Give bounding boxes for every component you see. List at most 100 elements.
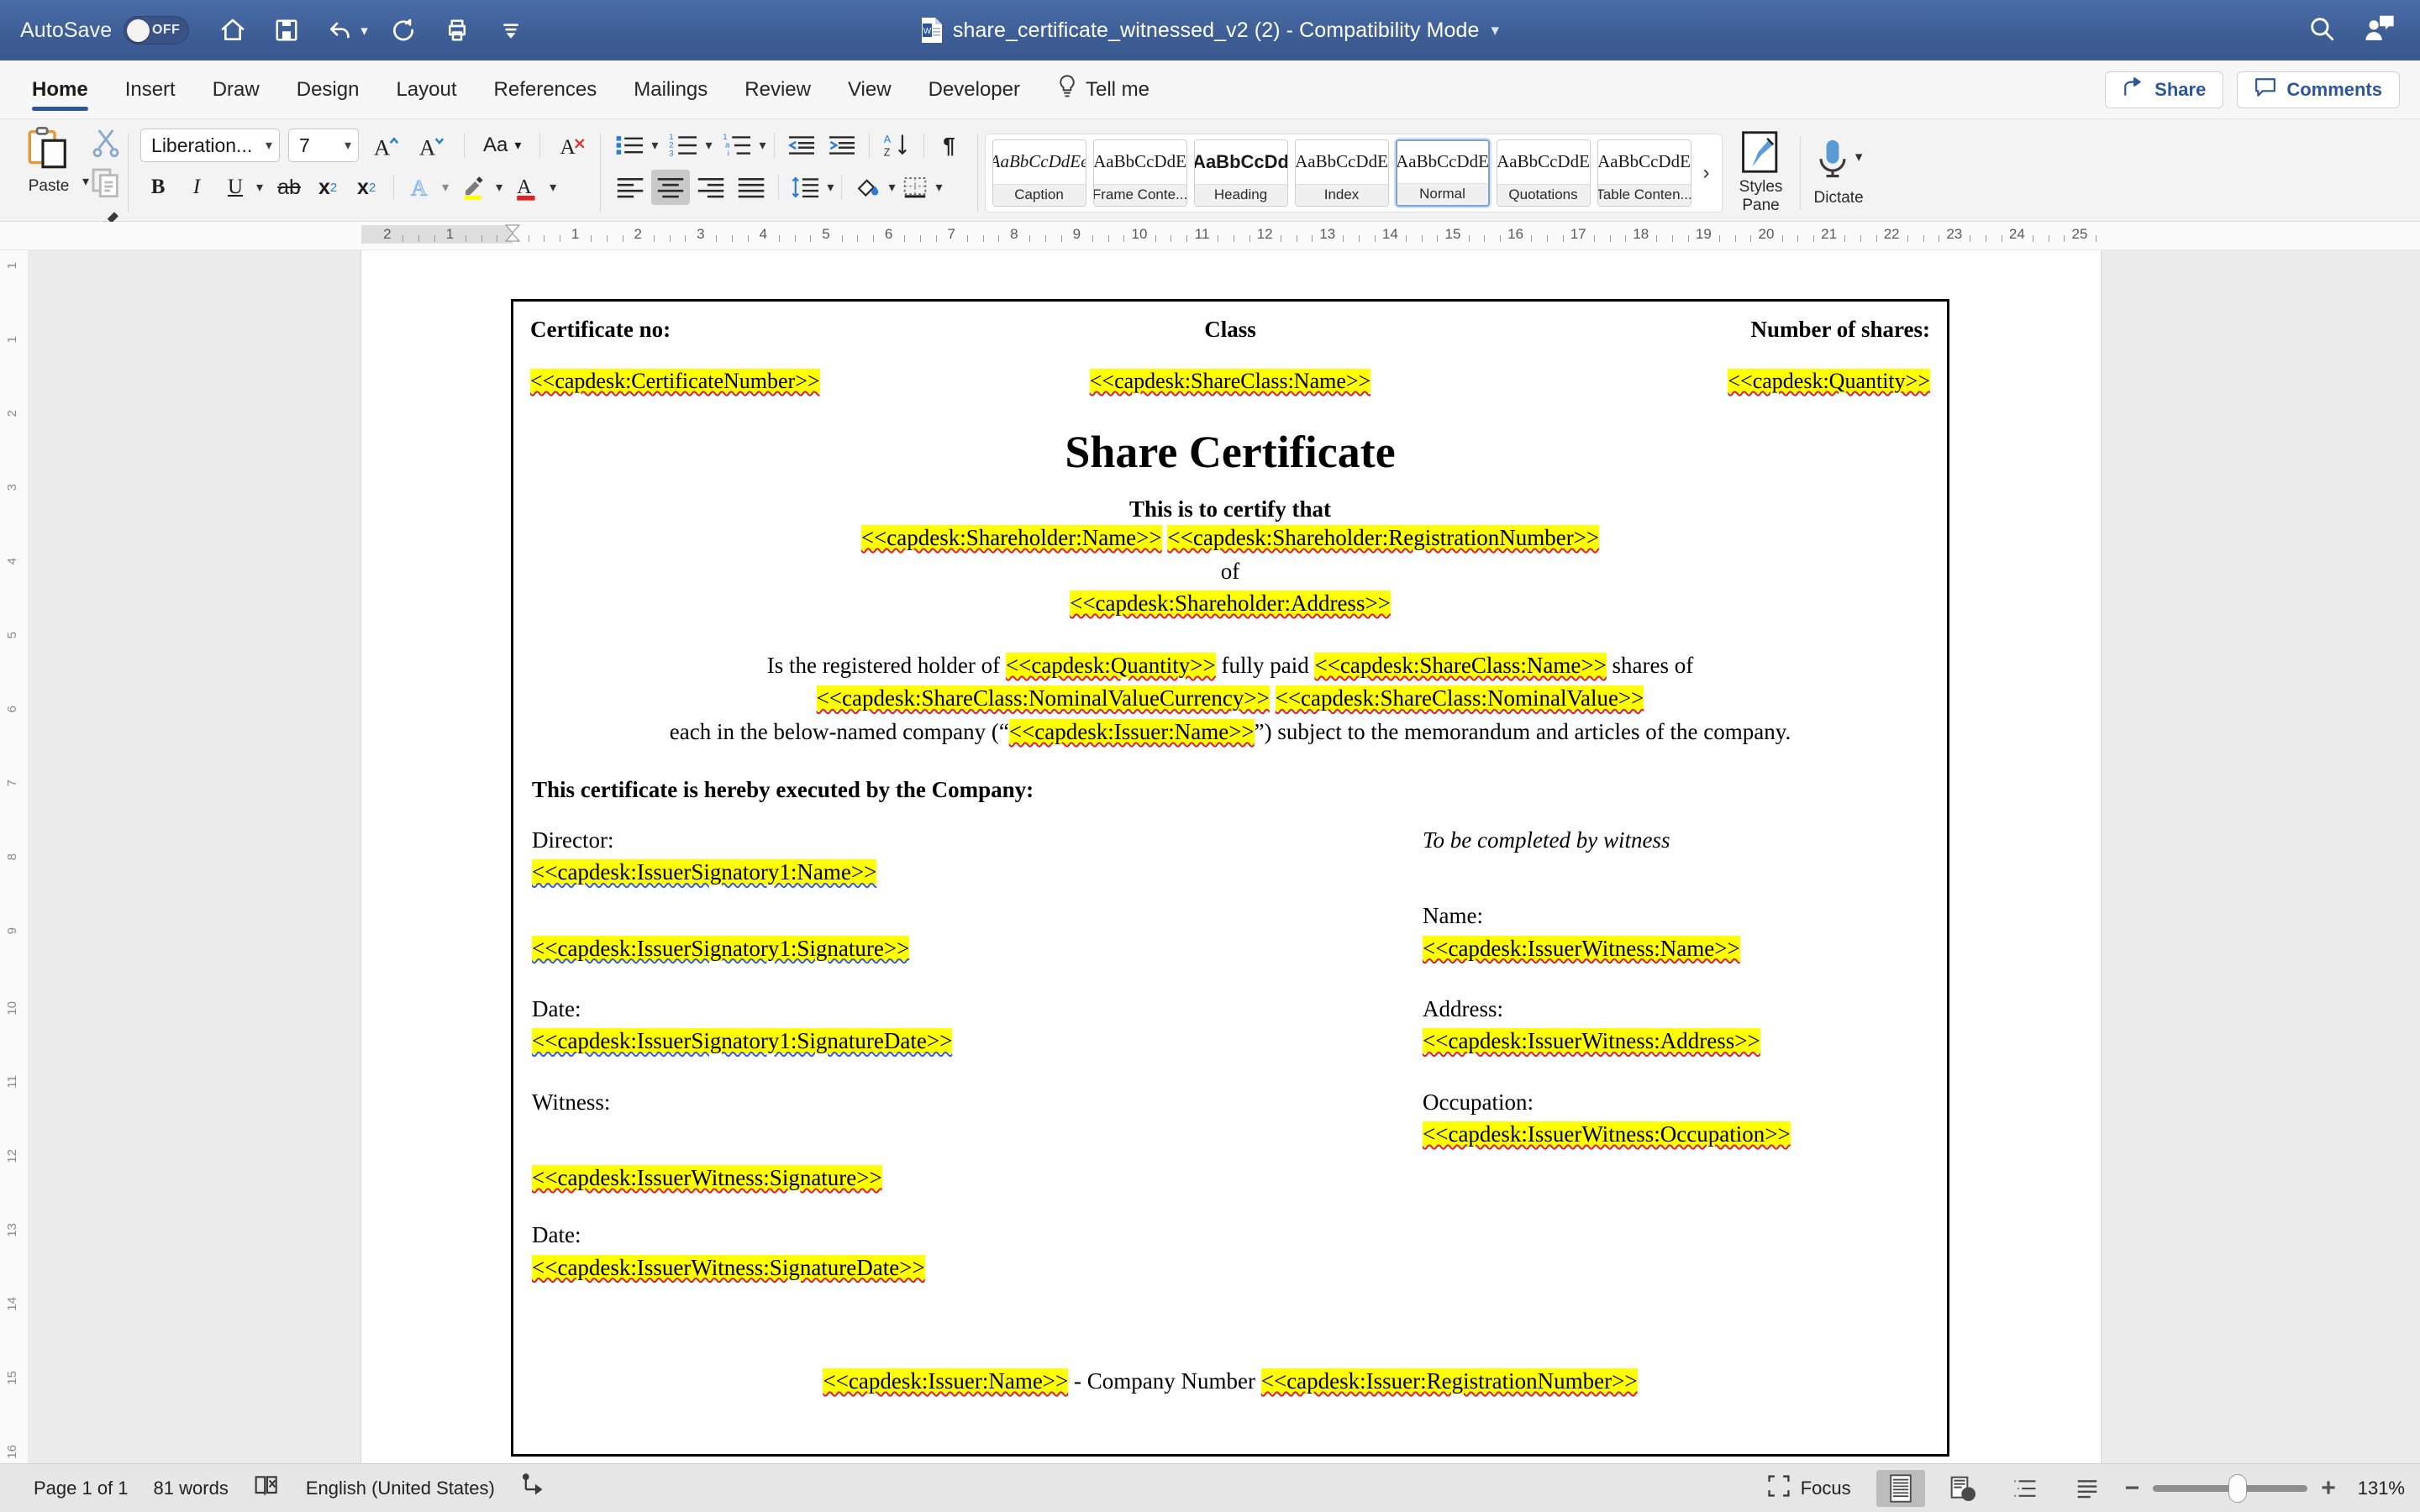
customize-qat-icon[interactable] (492, 12, 529, 49)
director-signature-date-field[interactable]: <<capdesk:IssuerSignatory1:SignatureDate… (532, 1028, 953, 1054)
search-icon[interactable] (2307, 14, 2336, 47)
footer-issuer-registration-field[interactable]: <<capdesk:Issuer:RegistrationNumber>> (1260, 1368, 1638, 1394)
shading-chevron-icon[interactable]: ▾ (888, 179, 895, 196)
styles-pane-button[interactable]: Styles Pane (1723, 131, 1800, 214)
shareholder-address-field[interactable]: <<capdesk:Shareholder:Address>> (1070, 591, 1391, 616)
undo-dropdown-chevron-icon[interactable]: ▾ (360, 24, 368, 38)
tab-insert[interactable]: Insert (107, 60, 194, 118)
tab-home[interactable]: Home (13, 60, 107, 118)
web-layout-view-button[interactable] (1939, 1470, 1987, 1507)
font-name-combobox[interactable]: Liberation... ▾ (140, 129, 281, 162)
grow-font-button[interactable]: A (367, 128, 404, 163)
title-dropdown-chevron-icon[interactable]: ▾ (1491, 21, 1500, 40)
italic-button[interactable]: I (179, 170, 214, 205)
language-indicator[interactable]: English (United States) (306, 1478, 495, 1499)
paste-button[interactable]: Paste (15, 124, 82, 196)
align-center-button[interactable] (651, 170, 691, 205)
track-changes-icon[interactable] (520, 1473, 545, 1504)
body-nominal-currency-field[interactable]: <<capdesk:ShareClass:NominalValueCurrenc… (816, 685, 1270, 711)
redo-icon[interactable] (385, 12, 422, 49)
shareholder-registration-field[interactable]: <<capdesk:Shareholder:RegistrationNumber… (1167, 525, 1600, 550)
borders-button[interactable] (897, 170, 934, 205)
zoom-level[interactable]: 131% (2358, 1478, 2405, 1499)
certificate-no-value[interactable]: <<capdesk:CertificateNumber>> (530, 369, 820, 393)
save-icon[interactable] (268, 12, 305, 49)
cut-icon[interactable] (89, 126, 123, 164)
word-count[interactable]: 81 words (154, 1478, 229, 1499)
director-signature-field[interactable]: <<capdesk:IssuerSignatory1:Signature>> (532, 935, 910, 961)
font-color-dropdown-chevron-icon[interactable]: ▾ (550, 179, 556, 196)
dictate-button[interactable]: ▾ Dictate (1801, 139, 1877, 207)
show-formatting-marks-button[interactable]: ¶ (932, 128, 967, 163)
bold-button[interactable]: B (140, 170, 176, 205)
tab-view[interactable]: View (829, 60, 910, 118)
line-spacing-chevron-icon[interactable]: ▾ (827, 179, 834, 196)
borders-chevron-icon[interactable]: ▾ (935, 179, 942, 196)
class-value[interactable]: <<capdesk:ShareClass:Name>> (1089, 369, 1371, 393)
style-item-frame-contents[interactable]: AaBbCcDdE Frame Conte... (1092, 139, 1187, 207)
print-icon[interactable] (439, 12, 476, 49)
body-nominal-value-field[interactable]: <<capdesk:ShareClass:NominalValue>> (1275, 685, 1644, 711)
numbering-chevron-icon[interactable]: ▾ (705, 137, 712, 154)
tab-references[interactable]: References (476, 60, 616, 118)
tab-draw[interactable]: Draw (194, 60, 278, 118)
zoom-in-button[interactable]: + (2321, 1474, 2336, 1503)
tab-developer[interactable]: Developer (910, 60, 1039, 118)
print-layout-view-button[interactable] (1876, 1469, 1925, 1507)
styles-gallery-more-chevron-icon[interactable]: › (1698, 161, 1715, 185)
document-page[interactable]: Certificate no: Class Number of shares: … (361, 250, 2101, 1463)
paste-dropdown-chevron-icon[interactable]: ▾ (82, 173, 89, 190)
account-comment-icon[interactable] (2365, 14, 2395, 47)
director-name-field[interactable]: <<capdesk:IssuerSignatory1:Name>> (532, 859, 877, 885)
undo-icon[interactable] (322, 12, 359, 49)
bullets-button[interactable] (611, 128, 650, 163)
style-item-quotations[interactable]: AaBbCcDdE Quotations (1496, 139, 1591, 207)
align-left-button[interactable] (611, 170, 650, 205)
increase-indent-button[interactable] (823, 128, 861, 163)
number-of-shares-value[interactable]: <<capdesk:Quantity>> (1728, 369, 1930, 393)
witness-signature-date-field[interactable]: <<capdesk:IssuerWitness:SignatureDate>> (532, 1254, 925, 1280)
tell-me-button[interactable]: Tell me (1039, 60, 1168, 118)
underline-button[interactable]: U (218, 170, 253, 205)
page-info[interactable]: Page 1 of 1 (34, 1478, 129, 1499)
text-effects-chevron-icon[interactable]: ▾ (442, 179, 449, 196)
spelling-check-icon[interactable] (254, 1473, 281, 1504)
bullets-chevron-icon[interactable]: ▾ (651, 137, 658, 154)
body-quantity-field[interactable]: <<capdesk:Quantity>> (1005, 653, 1216, 678)
witness-name-field[interactable]: <<capdesk:IssuerWitness:Name>> (1423, 935, 1740, 961)
highlight-color-button[interactable] (455, 170, 492, 205)
zoom-out-button[interactable]: − (2125, 1474, 2140, 1503)
multilevel-list-button[interactable]: 1ai (718, 128, 757, 163)
superscript-button[interactable]: x2 (349, 170, 384, 205)
zoom-slider-knob[interactable] (2228, 1473, 2248, 1503)
font-size-combobox[interactable]: 7 ▾ (288, 129, 360, 162)
highlight-dropdown-chevron-icon[interactable]: ▾ (496, 179, 502, 196)
tab-layout[interactable]: Layout (377, 60, 475, 118)
change-case-button[interactable]: Aa ▾ (479, 128, 525, 163)
shading-button[interactable] (850, 170, 886, 205)
justify-button[interactable] (732, 170, 771, 205)
style-item-caption[interactable]: AaBbCcDdEe Caption (992, 139, 1086, 207)
dictate-chevron-icon[interactable]: ▾ (1855, 149, 1863, 165)
body-issuer-name-field[interactable]: <<capdesk:Issuer:Name>> (1008, 718, 1255, 744)
horizontal-ruler[interactable]: 2 1 1 2 3 4 5 6 7 8 9 10 11 12 13 14 15 16 17 18 19 20 21 22 23 2… (0, 222, 2420, 250)
style-item-normal[interactable]: AaBbCcDdE Normal (1395, 139, 1490, 207)
style-item-heading[interactable]: AaBbCcDd Heading (1193, 139, 1288, 207)
tab-review[interactable]: Review (726, 60, 829, 118)
draft-view-button[interactable] (2063, 1470, 2112, 1507)
align-right-button[interactable] (692, 170, 730, 205)
tab-mailings[interactable]: Mailings (615, 60, 726, 118)
tab-design[interactable]: Design (278, 60, 378, 118)
outline-view-button[interactable] (2001, 1470, 2049, 1507)
home-icon[interactable] (214, 12, 251, 49)
line-spacing-button[interactable] (786, 170, 825, 205)
sort-button[interactable]: AZ (877, 128, 916, 163)
hanging-indent-marker[interactable] (504, 232, 521, 247)
document-canvas[interactable]: 1 1 2 3 4 5 6 7 8 9 10 11 12 13 14 15 16 Certificate no:… (0, 250, 2420, 1463)
share-button[interactable]: Share (2105, 71, 2224, 108)
multilevel-chevron-icon[interactable]: ▾ (759, 137, 765, 154)
focus-button[interactable]: Focus (1767, 1474, 1863, 1503)
autosave-toggle[interactable]: OFF (124, 16, 190, 45)
numbering-button[interactable]: 123 (665, 128, 703, 163)
body-shareclass-field[interactable]: <<capdesk:ShareClass:Name>> (1314, 653, 1607, 678)
